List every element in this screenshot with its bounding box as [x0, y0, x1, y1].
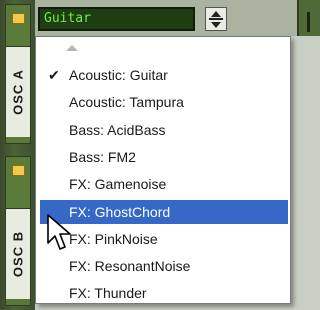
menu-item[interactable]: FX: PinkNoise	[40, 227, 288, 251]
menu-item[interactable]: Acoustic: Tampura	[40, 90, 288, 114]
menu-item[interactable]: FX: Thunder	[40, 281, 288, 305]
patch-name-display[interactable]: Guitar	[38, 7, 195, 31]
menu-item[interactable]: FX: ResonantNoise	[40, 254, 288, 278]
menu-item-label: Bass: FM2	[69, 148, 136, 165]
scroll-up-arrow-icon[interactable]	[66, 45, 78, 51]
menu-item[interactable]: Bass: AcidBass	[40, 118, 288, 142]
osc-side-panel: OSC A OSC B	[0, 0, 35, 310]
mouse-pointer-icon	[47, 214, 71, 250]
osc-a-label-plate: OSC A	[6, 46, 30, 137]
osc-b-enable-led[interactable]	[12, 165, 25, 176]
menu-item-label: FX: Gamenoise	[69, 176, 167, 193]
menu-item-label: Bass: AcidBass	[69, 121, 166, 138]
menu-item[interactable]: FX: GhostChord	[40, 199, 288, 224]
menu-item-label: FX: PinkNoise	[69, 230, 158, 247]
menu-item-label: FX: GhostChord	[69, 203, 171, 220]
menu-item[interactable]: Bass: FM2	[40, 145, 288, 169]
menu-item-label: FX: Thunder	[69, 285, 147, 302]
osc-a-label: OSC A	[10, 69, 26, 115]
menu-item-label: FX: ResonantNoise	[69, 258, 191, 275]
stepper-down-arrow-icon[interactable]	[211, 22, 221, 28]
osc-b-section: OSC B	[5, 156, 31, 306]
patch-stepper-button[interactable]	[205, 7, 227, 31]
osc-b-label-plate: OSC B	[6, 208, 30, 299]
osc-a-enable-led[interactable]	[12, 13, 25, 24]
stepper-up-arrow-icon[interactable]	[211, 11, 221, 17]
patch-selector-bar: Guitar	[35, 0, 320, 36]
osc-b-label: OSC B	[10, 230, 26, 278]
patch-dropdown-menu: ✔ Acoustic: Guitar Acoustic: Tampura Bass: …	[35, 36, 291, 304]
stepper-divider	[209, 18, 223, 20]
osc-a-section: OSC A	[5, 4, 31, 144]
menu-item-label: Acoustic: Guitar	[69, 67, 168, 83]
menu-item[interactable]: ✔ Acoustic: Guitar	[40, 63, 288, 87]
panel-slot	[307, 12, 310, 32]
checkmark-icon: ✔	[48, 67, 60, 83]
adjacent-panel	[297, 0, 320, 36]
menu-item[interactable]: FX: Gamenoise	[40, 172, 288, 196]
menu-item-label: Acoustic: Tampura	[69, 94, 184, 111]
